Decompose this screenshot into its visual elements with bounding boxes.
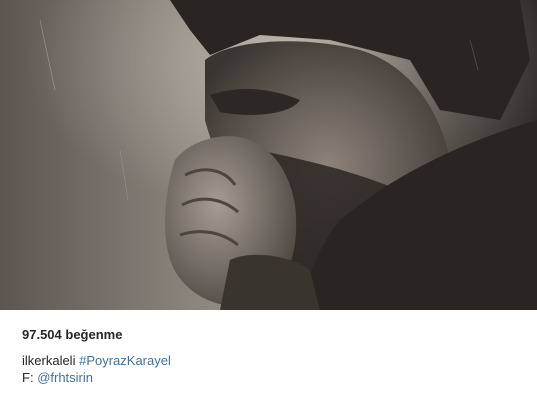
instagram-post: 97.504 beğenme ilkerkaleli #PoyrazKaraye… [0, 0, 537, 400]
post-caption: ilkerkaleli #PoyrazKarayel [22, 352, 522, 369]
credit-mention[interactable]: @frhtsirin [37, 370, 93, 385]
photo-credit: F: @frhtsirin [22, 369, 522, 386]
likes-count[interactable]: 97.504 beğenme [22, 326, 522, 344]
caption-username[interactable]: ilkerkaleli [22, 353, 75, 368]
post-meta: 97.504 beğenme ilkerkaleli #PoyrazKaraye… [22, 326, 522, 386]
credit-prefix: F: [22, 370, 34, 385]
caption-hashtag[interactable]: #PoyrazKarayel [79, 353, 171, 368]
photo-image [0, 0, 537, 310]
post-photo[interactable] [0, 0, 537, 310]
